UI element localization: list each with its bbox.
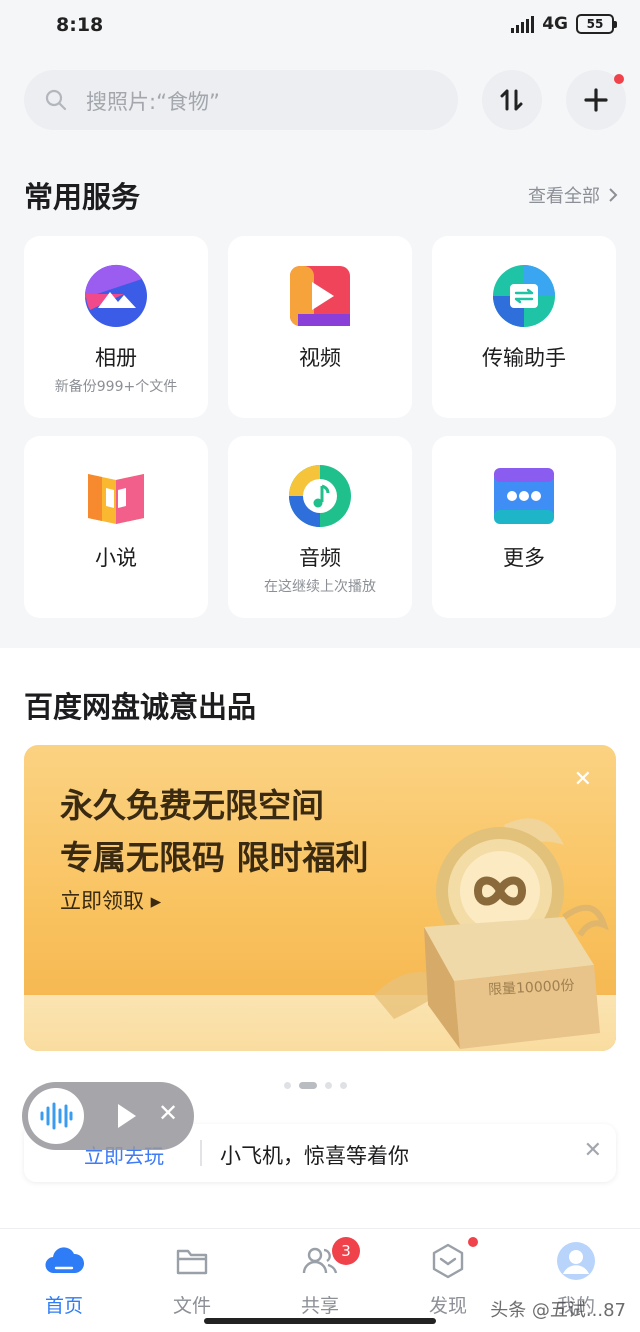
status-time: 8:18 xyxy=(56,14,104,36)
service-card-transfer[interactable]: 传输助手 xyxy=(432,236,616,418)
service-card-audio[interactable]: 音频 在这继续上次播放 xyxy=(228,436,412,618)
banner-close-icon[interactable]: ✕ xyxy=(574,767,592,792)
banner-headline: 永久免费无限空间 xyxy=(60,786,324,825)
notice-text: 小飞机，惊喜等着你 xyxy=(220,1144,409,1168)
service-label: 传输助手 xyxy=(482,346,566,370)
see-all-link[interactable]: 查看全部 xyxy=(528,182,618,208)
service-label: 相册 xyxy=(95,346,137,370)
player-close-icon[interactable]: ✕ xyxy=(158,1099,178,1127)
sort-button[interactable] xyxy=(482,70,542,130)
audio-icon xyxy=(289,465,351,527)
tab-share[interactable]: 共享 3 xyxy=(270,1237,370,1318)
search-placeholder: 搜照片:“食物” xyxy=(86,90,220,114)
video-icon xyxy=(290,266,350,326)
tab-label: 发现 xyxy=(428,1295,467,1317)
battery-icon: 55 xyxy=(576,14,617,34)
folder-icon xyxy=(176,1249,208,1275)
gift-box-illustration xyxy=(374,818,609,1049)
service-card-novel[interactable]: 小说 xyxy=(24,436,208,618)
novel-icon xyxy=(88,474,144,524)
service-label: 音频 xyxy=(299,546,341,570)
banner-subheadline: 专属无限码 限时福利 xyxy=(60,838,369,877)
services-title: 常用服务 xyxy=(24,180,141,214)
carousel-dot xyxy=(340,1082,347,1089)
sort-icon xyxy=(500,89,523,111)
carousel-dot-active xyxy=(299,1082,317,1089)
plus-icon xyxy=(584,88,608,112)
album-icon xyxy=(84,264,147,327)
more-icon xyxy=(494,468,554,524)
sound-wave-icon[interactable] xyxy=(28,1088,84,1144)
chevron-right-icon xyxy=(609,188,618,202)
notice-close-icon[interactable]: ✕ xyxy=(584,1138,602,1163)
tab-label: 共享 xyxy=(300,1295,339,1317)
service-label: 视频 xyxy=(299,346,341,370)
add-button[interactable] xyxy=(566,70,626,130)
home-indicator xyxy=(204,1318,436,1324)
tab-label: 首页 xyxy=(44,1295,83,1317)
discover-dot xyxy=(468,1237,478,1247)
service-card-video[interactable]: 视频 xyxy=(228,236,412,418)
service-card-album[interactable]: 相册 新备份999+个文件 xyxy=(24,236,208,418)
discover-icon xyxy=(432,1243,464,1279)
tab-label: 文件 xyxy=(172,1295,211,1317)
service-card-more[interactable]: 更多 xyxy=(432,436,616,618)
carousel-indicator xyxy=(284,1082,347,1089)
cloud-icon xyxy=(45,1247,85,1274)
service-sub: 新备份999+个文件 xyxy=(54,379,178,395)
signal-icon xyxy=(511,15,535,33)
search-input[interactable]: 搜照片:“食物” xyxy=(24,70,458,130)
status-icons: 4G 55 xyxy=(511,14,617,34)
featured-title: 百度网盘诚意出品 xyxy=(24,690,257,724)
play-icon[interactable] xyxy=(116,1102,138,1130)
promo-banner[interactable]: 限量10000份 永久免费无限空间 专属无限码 限时福利 立即领取 ▸ ✕ xyxy=(24,745,616,1051)
status-bar: 8:18 4G 55 xyxy=(0,0,640,52)
claim-now-link[interactable]: 立即领取 ▸ xyxy=(60,885,161,915)
carousel-dot xyxy=(325,1082,332,1089)
search-row: 搜照片:“食物” xyxy=(0,70,640,132)
divider xyxy=(200,1140,202,1166)
service-label: 更多 xyxy=(503,546,545,570)
share-badge: 3 xyxy=(332,1237,360,1265)
search-icon xyxy=(45,89,67,111)
service-sub: 在这继续上次播放 xyxy=(264,579,376,595)
notification-dot xyxy=(614,74,624,84)
carousel-dot xyxy=(284,1082,291,1089)
tab-discover[interactable]: 发现 xyxy=(398,1237,498,1318)
avatar-icon xyxy=(557,1242,595,1280)
watermark: 头条 @五试...87 xyxy=(490,1300,626,1321)
tab-home[interactable]: 首页 xyxy=(14,1241,114,1318)
tab-files[interactable]: 文件 xyxy=(142,1241,242,1318)
floating-audio-player[interactable]: ✕ xyxy=(22,1082,194,1150)
service-label: 小说 xyxy=(95,546,137,570)
network-type: 4G xyxy=(542,14,568,34)
transfer-icon xyxy=(493,265,555,327)
see-all-label: 查看全部 xyxy=(528,186,600,207)
